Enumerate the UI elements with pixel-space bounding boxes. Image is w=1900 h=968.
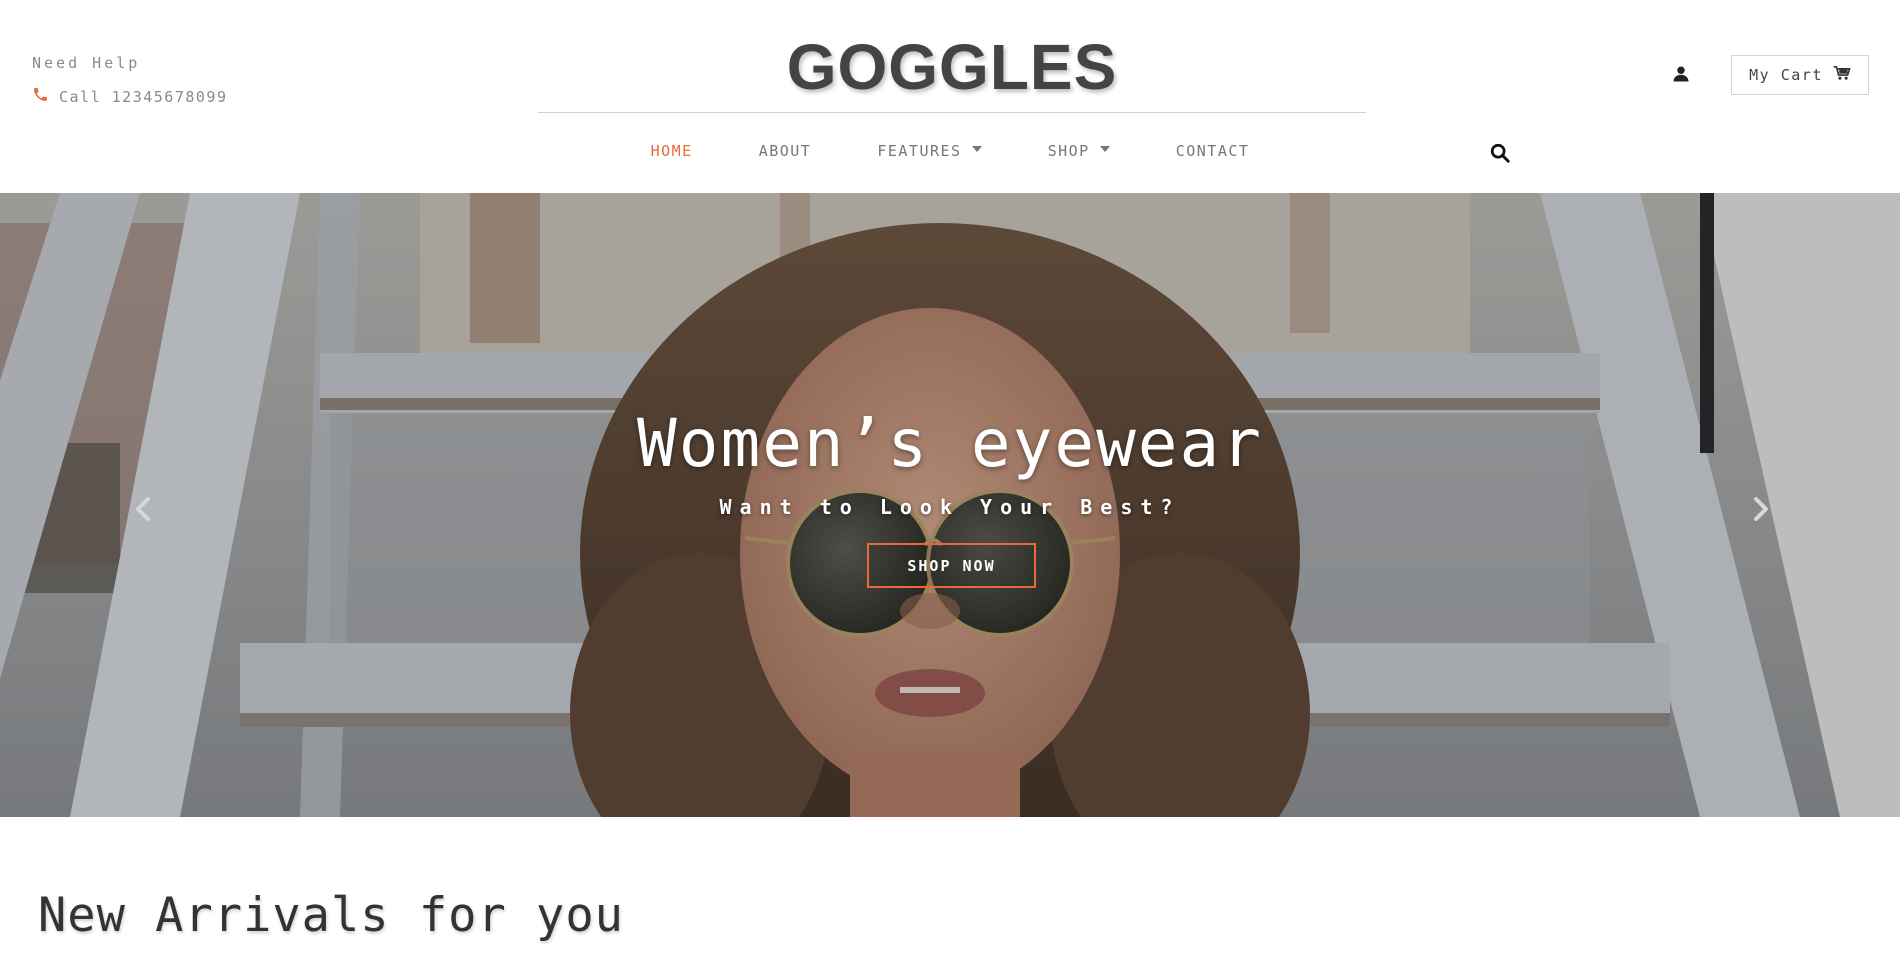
hero-subtitle: Want to Look Your Best? <box>719 495 1181 519</box>
brand-name: GOGGLES <box>786 31 1118 103</box>
my-cart-button[interactable]: My Cart <box>1731 55 1869 95</box>
nav-item-label: CONTACT <box>1175 142 1250 160</box>
nav-item-contact[interactable]: CONTACT <box>1176 142 1250 160</box>
user-icon[interactable] <box>1672 65 1692 85</box>
nav-item-label: SHOP <box>1047 142 1090 160</box>
shop-now-button[interactable]: SHOP NOW <box>867 543 1036 588</box>
cart-icon <box>1833 65 1851 85</box>
main-nav: HOME ABOUT FEATURES SHOP CONTACT <box>600 142 1300 160</box>
new-arrivals-heading: New Arrivals for you <box>38 888 624 943</box>
hero-title: Women’s eyewear <box>636 405 1264 482</box>
help-phone-row[interactable]: Call 12345678099 <box>32 86 228 107</box>
chevron-left-icon[interactable] <box>132 495 156 523</box>
help-phone-text: Call 12345678099 <box>59 87 228 106</box>
nav-item-label: ABOUT <box>758 142 812 160</box>
brand-logo[interactable]: GOGGLES <box>538 30 1366 113</box>
cart-label: My Cart <box>1749 66 1823 84</box>
nav-item-home[interactable]: HOME <box>651 142 693 160</box>
nav-item-label: FEATURES <box>877 142 962 160</box>
hero-carousel: Women’s eyewear Want to Look Your Best? … <box>0 193 1900 817</box>
nav-item-shop[interactable]: SHOP <box>1048 142 1110 160</box>
chevron-right-icon[interactable] <box>1748 495 1772 523</box>
site-header: Need Help Call 12345678099 GOGGLES HOME … <box>0 0 1900 193</box>
nav-item-features[interactable]: FEATURES <box>877 142 982 160</box>
phone-icon <box>32 86 49 107</box>
nav-item-about[interactable]: ABOUT <box>759 142 812 160</box>
search-icon[interactable] <box>1489 142 1511 164</box>
nav-item-label: HOME <box>650 142 693 160</box>
caret-down-icon <box>971 146 982 152</box>
help-title: Need Help <box>32 54 141 72</box>
caret-down-icon <box>1099 146 1110 152</box>
help-contact: Need Help Call 12345678099 <box>32 54 228 107</box>
